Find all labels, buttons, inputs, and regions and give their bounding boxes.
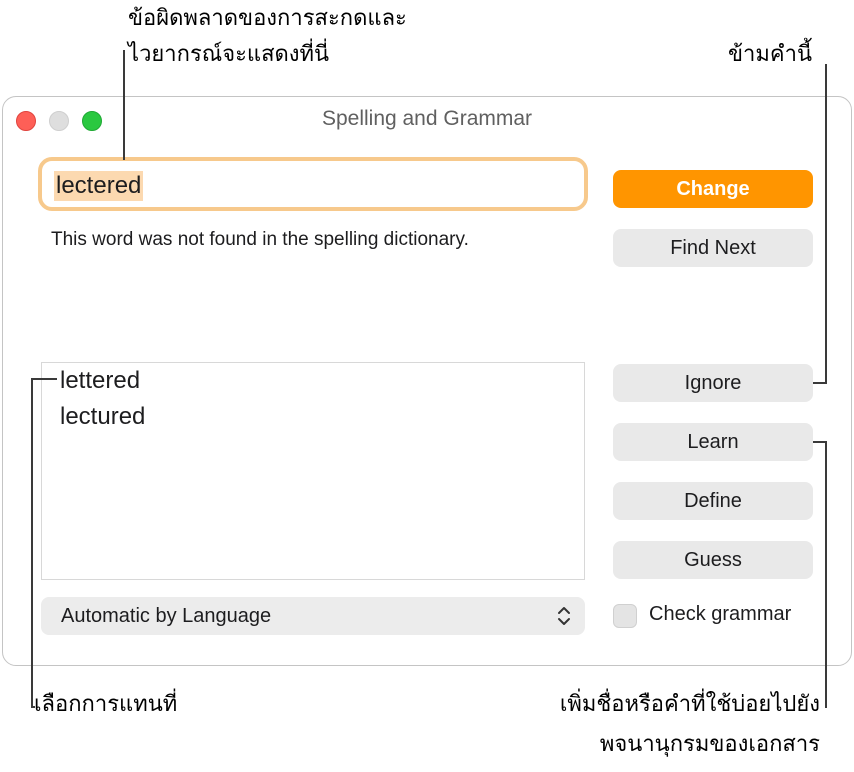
misspelled-word-field[interactable]: lectered [38,157,588,211]
leader-line-choose-replacement [31,378,33,708]
up-down-chevron-icon [558,607,570,625]
leader-line-choose-replacement-tick [31,378,57,380]
leader-line-add-dictionary-tick [813,441,827,443]
learn-button[interactable]: Learn [613,423,813,461]
language-select-value: Automatic by Language [61,605,272,627]
check-grammar-label: Check grammar [649,603,792,625]
spelling-grammar-window: Spelling and Grammar lectered This word … [2,96,852,666]
callout-skip-word: ข้ามคำนี้ [728,42,813,67]
check-grammar-checkbox[interactable] [613,604,637,628]
leader-line-choose-replacement-foot [31,706,35,708]
window-title: Spelling and Grammar [321,107,533,130]
callout-error-display-line1: ข้อผิดพลาดของการสะกดและ [128,6,407,31]
callout-add-dictionary-line2: พจนานุกรมของเอกสาร [599,732,820,757]
language-select[interactable]: Automatic by Language [41,597,585,635]
leader-line-skip-word [825,64,827,384]
change-button[interactable]: Change [613,170,813,208]
guess-button[interactable]: Guess [613,541,813,579]
callout-add-dictionary-line1: เพิ่มชื่อหรือคำที่ใช้บ่อยไปยัง [559,692,820,717]
status-message: This word was not found in the spelling … [51,229,469,250]
callout-choose-replacement: เลือกการแทนที่ [34,692,178,717]
find-next-button[interactable]: Find Next [613,229,813,267]
callout-error-display-line2: ไวยากรณ์จะแสดงที่นี่ [128,42,330,67]
leader-line-error-display [123,50,125,160]
misspelled-word[interactable]: lectered [54,171,144,201]
ignore-button[interactable]: Ignore [613,364,813,402]
suggestion-item[interactable]: lectured [60,403,145,431]
suggestions-list[interactable]: lettered lectured [41,362,585,580]
suggestion-item[interactable]: lettered [60,367,140,395]
define-button[interactable]: Define [613,482,813,520]
leader-line-add-dictionary [825,441,827,708]
leader-line-skip-word-tick [813,382,827,384]
